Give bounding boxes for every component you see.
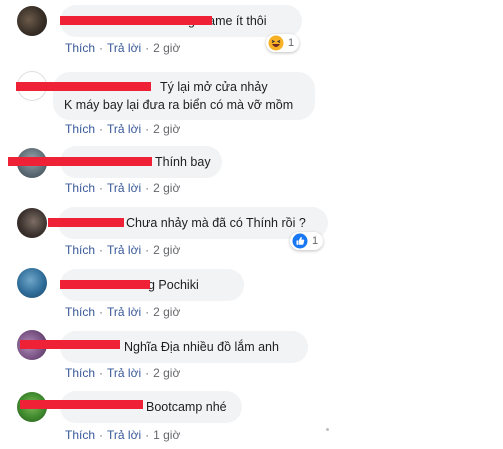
reaction-number: 1 <box>288 37 295 49</box>
comment-text-line-1: Tý lại mở cửa nhảy <box>160 80 268 94</box>
timestamp[interactable]: 2 giờ <box>153 181 180 195</box>
reply-button[interactable]: Trả lời <box>107 41 141 55</box>
timestamp[interactable]: 1 giờ <box>153 428 180 442</box>
comment-actions: Thích · Trả lời · 2 giờ <box>65 305 180 319</box>
comment-text: Thính bay <box>155 155 211 169</box>
reaction-count[interactable]: 1 <box>290 232 324 250</box>
like-button[interactable]: Thích <box>65 428 95 442</box>
haha-icon <box>268 35 284 51</box>
separator: · <box>99 41 104 55</box>
comment-actions: Thích · Trả lời · 2 giờ <box>65 181 180 195</box>
redacted-author <box>20 340 120 349</box>
separator: · <box>145 428 150 442</box>
avatar[interactable] <box>17 208 47 238</box>
comment-actions: Thích · Trả lời · 2 giờ <box>65 366 180 380</box>
separator: · <box>99 305 104 319</box>
separator: · <box>99 366 104 380</box>
reply-button[interactable]: Trả lời <box>107 366 141 380</box>
reply-button[interactable]: Trả lời <box>107 122 141 136</box>
separator: · <box>99 428 104 442</box>
separator: · <box>99 243 104 257</box>
like-button[interactable]: Thích <box>65 366 95 380</box>
separator: · <box>99 122 104 136</box>
comment-text: Bootcamp nhé <box>146 400 227 414</box>
redacted-author <box>20 400 143 409</box>
comment-actions: Thích · Trả lời · 1 giờ <box>65 428 180 442</box>
like-button[interactable]: Thích <box>65 122 95 136</box>
separator: · <box>145 305 150 319</box>
comment-actions: Thích · Trả lời · 2 giờ <box>65 243 180 257</box>
redacted-author <box>8 157 152 166</box>
redacted-author <box>60 16 212 25</box>
comment-bubble: Tý lại mở cửa nhảy K máy bay lại đưa ra … <box>53 72 315 120</box>
comment-actions: Thích · Trả lời · 2 giờ <box>65 122 180 136</box>
comment-actions: Thích · Trả lời · 2 giờ <box>65 41 180 55</box>
comment-text-line-2: K máy bay lại đưa ra biển có mà vỡ mồm <box>64 98 294 112</box>
comment-text: Nghĩa Địa nhiều đồ lắm anh <box>124 340 279 354</box>
reply-button[interactable]: Trả lời <box>107 428 141 442</box>
like-button[interactable]: Thích <box>65 243 95 257</box>
redacted-author <box>48 218 124 227</box>
redacted-author <box>60 280 150 289</box>
timestamp[interactable]: 2 giờ <box>153 305 180 319</box>
reply-button[interactable]: Trả lời <box>107 305 141 319</box>
comment-text: g Pochiki <box>148 278 199 292</box>
reply-button[interactable]: Trả lời <box>107 181 141 195</box>
timestamp[interactable]: 2 giờ <box>153 122 180 136</box>
separator: · <box>145 366 150 380</box>
timestamp[interactable]: 2 giờ <box>153 366 180 380</box>
avatar[interactable] <box>17 268 47 298</box>
avatar[interactable] <box>17 6 47 36</box>
separator: · <box>145 41 150 55</box>
reaction-number: 1 <box>312 235 319 247</box>
separator: · <box>145 122 150 136</box>
timestamp[interactable]: 2 giờ <box>153 41 180 55</box>
like-button[interactable]: Thích <box>65 41 95 55</box>
reply-button[interactable]: Trả lời <box>107 243 141 257</box>
separator: · <box>145 181 150 195</box>
reaction-count[interactable]: 1 <box>266 34 300 52</box>
scroll-dot <box>326 428 329 431</box>
redacted-author <box>16 82 151 91</box>
like-button[interactable]: Thích <box>65 305 95 319</box>
like-button[interactable]: Thích <box>65 181 95 195</box>
like-icon <box>292 233 308 249</box>
separator: · <box>99 181 104 195</box>
comment-text: Chưa nhảy mà đã có Thính rồi ? <box>126 216 306 230</box>
separator: · <box>145 243 150 257</box>
timestamp[interactable]: 2 giờ <box>153 243 180 257</box>
